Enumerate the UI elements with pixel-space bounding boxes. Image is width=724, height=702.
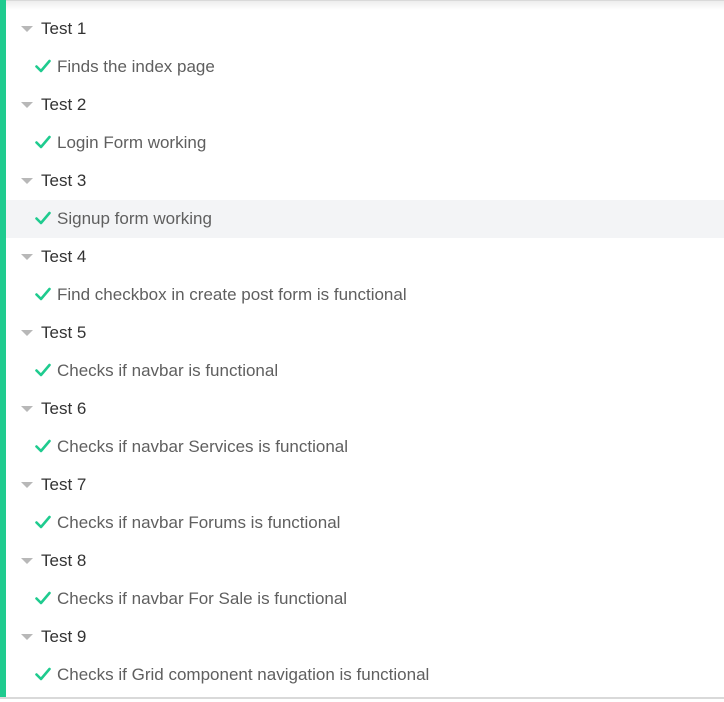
test-title: Signup form working (57, 209, 212, 228)
check-icon (35, 667, 51, 681)
bottom-divider (0, 697, 724, 699)
caret-down-icon[interactable] (21, 558, 33, 564)
test-row[interactable]: Signup form working (6, 200, 724, 238)
test-title: Checks if navbar For Sale is functional (57, 589, 348, 608)
test-row[interactable]: Login Form working (6, 124, 724, 162)
test-title: Checks if navbar is functional (57, 361, 279, 380)
test-title: Checks if Grid component navigation is f… (57, 665, 430, 684)
caret-down-icon[interactable] (21, 102, 33, 108)
caret-down-icon[interactable] (21, 254, 33, 260)
suite-title: Test 9 (41, 627, 87, 646)
check-icon (35, 363, 51, 377)
test-row[interactable]: Checks if navbar is functional (6, 352, 724, 390)
caret-down-icon[interactable] (21, 178, 33, 184)
check-icon (35, 135, 51, 149)
suite-row[interactable]: Test 4 (6, 238, 724, 276)
test-row[interactable]: Finds the index page (6, 48, 724, 86)
suite-title: Test 8 (41, 551, 87, 570)
suite-title: Test 3 (41, 171, 87, 190)
suite-title: Test 6 (41, 399, 87, 418)
test-title: Finds the index page (57, 57, 215, 76)
test-title: Checks if navbar Forums is functional (57, 513, 341, 532)
test-title: Checks if navbar Services is functional (57, 437, 349, 456)
test-title: Login Form working (57, 133, 207, 152)
caret-down-icon[interactable] (21, 330, 33, 336)
suite-row[interactable]: Test 7 (6, 466, 724, 504)
caret-down-icon[interactable] (21, 634, 33, 640)
suite-title: Test 5 (41, 323, 87, 342)
suite-row[interactable]: Test 6 (6, 390, 724, 428)
check-icon (35, 211, 51, 225)
test-row[interactable]: Checks if navbar Forums is functional (6, 504, 724, 542)
suite-title: Test 7 (41, 475, 87, 494)
suite-row[interactable]: Test 1 (6, 10, 724, 48)
suite-row[interactable]: Test 9 (6, 618, 724, 656)
test-row[interactable]: Checks if navbar For Sale is functional (6, 580, 724, 618)
check-icon (35, 515, 51, 529)
test-title: Find checkbox in create post form is fun… (57, 285, 407, 304)
test-row[interactable]: Checks if navbar Services is functional (6, 428, 724, 466)
suite-row[interactable]: Test 3 (6, 162, 724, 200)
suite-row[interactable]: Test 5 (6, 314, 724, 352)
test-row[interactable]: Checks if Grid component navigation is f… (6, 656, 724, 694)
test-suite-list: Test 1 Finds the index page Test 2 Login Fo… (6, 10, 724, 694)
check-icon (35, 287, 51, 301)
check-icon (35, 591, 51, 605)
caret-down-icon[interactable] (21, 406, 33, 412)
suite-row[interactable]: Test 8 (6, 542, 724, 580)
test-row[interactable]: Find checkbox in create post form is fun… (6, 276, 724, 314)
suite-title: Test 2 (41, 95, 87, 114)
suite-row[interactable]: Test 2 (6, 86, 724, 124)
check-icon (35, 59, 51, 73)
top-shadow-divider (0, 0, 724, 10)
caret-down-icon[interactable] (21, 482, 33, 488)
caret-down-icon[interactable] (21, 26, 33, 32)
test-results-panel: Test 1 Finds the index page Test 2 Login Fo… (0, 0, 724, 702)
suite-title: Test 1 (41, 19, 87, 38)
suite-title: Test 4 (41, 247, 87, 266)
check-icon (35, 439, 51, 453)
